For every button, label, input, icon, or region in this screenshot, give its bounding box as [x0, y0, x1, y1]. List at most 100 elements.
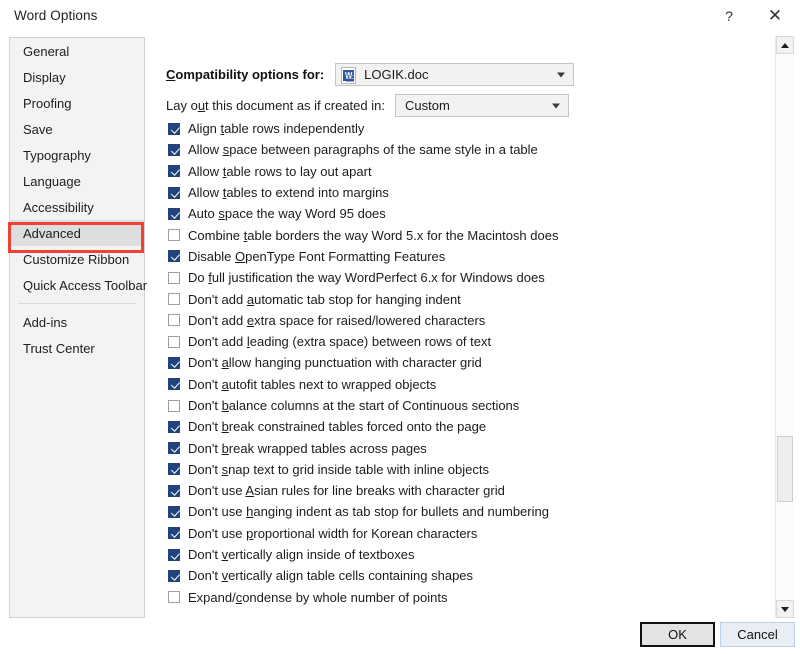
option-label-pre: Don't use [188, 504, 247, 520]
option-label: Don't add extra space for raised/lowered… [188, 313, 485, 328]
checkbox-unchecked-icon[interactable] [168, 293, 180, 306]
option-row[interactable]: Don't vertically align table cells conta… [168, 565, 758, 586]
scroll-up-arrow-icon[interactable] [776, 36, 794, 54]
checkbox-unchecked-icon[interactable] [168, 229, 180, 242]
option-row[interactable]: Don't vertically align inside of textbox… [168, 544, 758, 565]
option-label-pre: Don't [188, 419, 222, 435]
checkbox-checked-icon[interactable] [168, 250, 180, 263]
option-row[interactable]: Don't use hanging indent as tab stop for… [168, 501, 758, 522]
option-label: Don't use hanging indent as tab stop for… [188, 504, 549, 519]
close-icon[interactable]: ✕ [762, 4, 788, 28]
option-label: Don't break wrapped tables across pages [188, 441, 427, 456]
sidebar-item-label: Language [23, 173, 81, 189]
option-row[interactable]: Do full justification the way WordPerfec… [168, 267, 758, 288]
sidebar-item-customize-ribbon[interactable]: Customize Ribbon [10, 246, 144, 272]
option-row[interactable]: Don't balance columns at the start of Co… [168, 395, 758, 416]
sidebar-item-language[interactable]: Language [10, 168, 144, 194]
option-label-pre: Don't [188, 376, 222, 392]
option-row[interactable]: Don't allow hanging punctuation with cha… [168, 352, 758, 373]
option-row[interactable]: Don't use proportional width for Korean … [168, 523, 758, 544]
checkbox-checked-icon[interactable] [168, 527, 180, 540]
compatibility-options-list: Align table rows independently Allow spac… [168, 118, 758, 608]
option-row[interactable]: Don't autofit tables next to wrapped obj… [168, 374, 758, 395]
option-label-pre: Expand/ [188, 589, 236, 605]
sidebar-item-display[interactable]: Display [10, 64, 144, 90]
option-row[interactable]: Allow space between paragraphs of the sa… [168, 139, 758, 160]
option-row[interactable]: Don't use Asian rules for line breaks wi… [168, 480, 758, 501]
sidebar-item-typography[interactable]: Typography [10, 142, 144, 168]
option-label-post: able rows independently [224, 121, 365, 137]
option-label-accel: a [246, 291, 255, 307]
sidebar-item-label: Display [23, 69, 66, 85]
checkbox-checked-icon[interactable] [168, 378, 180, 391]
option-label-pre: Don't add [188, 312, 247, 328]
checkbox-checked-icon[interactable] [168, 122, 180, 135]
option-label-accel: e [246, 312, 255, 328]
word-options-dialog: Word Options ? ✕ General Display Proofing S… [0, 0, 800, 654]
layout-document-select[interactable]: Custom [394, 94, 569, 117]
sidebar-item-add-ins[interactable]: Add-ins [10, 309, 144, 335]
checkbox-unchecked-icon[interactable] [168, 399, 180, 412]
ok-button[interactable]: OK [640, 622, 715, 647]
sidebar-item-accessibility[interactable]: Accessibility [10, 194, 144, 220]
option-label-post: ertically align table cells containing s… [228, 568, 474, 584]
sidebar-item-trust-center[interactable]: Trust Center [10, 335, 144, 361]
scrollbar-thumb[interactable] [777, 436, 793, 502]
option-row[interactable]: Don't add automatic tab stop for hanging… [168, 288, 758, 309]
option-row[interactable]: Allow tables to extend into margins [168, 182, 758, 203]
option-label: Expand/condense by whole number of point… [188, 590, 447, 605]
option-label-post: roportional width for Korean characters [253, 525, 478, 541]
checkbox-unchecked-icon[interactable] [168, 314, 180, 327]
option-label: Allow tables to extend into margins [188, 185, 389, 200]
compatibility-options-row: Compatibility options for: LOGIK.doc [166, 63, 575, 86]
option-row[interactable]: Combine table borders the way Word 5.x f… [168, 224, 758, 245]
option-row[interactable]: Don't break constrained tables forced on… [168, 416, 758, 437]
option-row[interactable]: Auto space the way Word 95 does [168, 203, 758, 224]
option-row[interactable]: Don't add extra space for raised/lowered… [168, 310, 758, 331]
option-row[interactable]: Allow table rows to lay out apart [168, 161, 758, 182]
option-row[interactable]: Don't snap text to grid inside table wit… [168, 459, 758, 480]
option-label-pre: Auto [188, 206, 219, 222]
sidebar-item-proofing[interactable]: Proofing [10, 90, 144, 116]
option-row[interactable]: Don't add leading (extra space) between … [168, 331, 758, 352]
checkbox-checked-icon[interactable] [168, 442, 180, 455]
checkbox-unchecked-icon[interactable] [168, 591, 180, 604]
option-row[interactable]: Expand/condense by whole number of point… [168, 587, 758, 608]
sidebar-item-label: Advanced [23, 225, 81, 241]
option-label: Don't snap text to grid inside table wit… [188, 462, 489, 477]
help-icon[interactable]: ? [716, 4, 742, 28]
checkbox-checked-icon[interactable] [168, 569, 180, 582]
option-label: Don't use proportional width for Korean … [188, 526, 477, 541]
option-label-post: ondense by whole number of points [242, 589, 448, 605]
checkbox-checked-icon[interactable] [168, 165, 180, 178]
sidebar-item-advanced[interactable]: Advanced [10, 220, 144, 246]
compatibility-label-rest: ompatibility options for: [175, 67, 325, 82]
dialog-titlebar: Word Options ? ✕ [0, 0, 800, 32]
sidebar-item-general[interactable]: General [10, 38, 144, 64]
option-row[interactable]: Don't break wrapped tables across pages [168, 437, 758, 458]
checkbox-checked-icon[interactable] [168, 207, 180, 220]
checkbox-checked-icon[interactable] [168, 484, 180, 497]
cancel-button[interactable]: Cancel [720, 622, 795, 647]
checkbox-checked-icon[interactable] [168, 143, 180, 156]
checkbox-checked-icon[interactable] [168, 505, 180, 518]
checkbox-checked-icon[interactable] [168, 548, 180, 561]
scroll-down-arrow-icon[interactable] [776, 600, 794, 618]
sidebar-item-quick-access-toolbar[interactable]: Quick Access Toolbar [10, 272, 147, 298]
vertical-scrollbar[interactable] [775, 36, 794, 618]
checkbox-checked-icon[interactable] [168, 186, 180, 199]
checkbox-checked-icon[interactable] [168, 420, 180, 433]
checkbox-checked-icon[interactable] [168, 356, 180, 369]
checkbox-unchecked-icon[interactable] [168, 271, 180, 284]
option-row[interactable]: Disable OpenType Font Formatting Feature… [168, 246, 758, 267]
compatibility-document-select[interactable]: LOGIK.doc [335, 63, 575, 86]
option-row[interactable]: Align table rows independently [168, 118, 758, 139]
compatibility-document-value: LOGIK.doc [364, 67, 429, 82]
sidebar-item-save[interactable]: Save [10, 116, 144, 142]
option-label: Don't vertically align table cells conta… [188, 568, 473, 583]
sidebar-item-label: Add-ins [23, 314, 68, 330]
option-label: Align table rows independently [188, 121, 364, 136]
checkbox-checked-icon[interactable] [168, 463, 180, 476]
checkbox-unchecked-icon[interactable] [168, 335, 180, 348]
option-label-post: eading (extra space) between rows of tex… [249, 334, 492, 350]
